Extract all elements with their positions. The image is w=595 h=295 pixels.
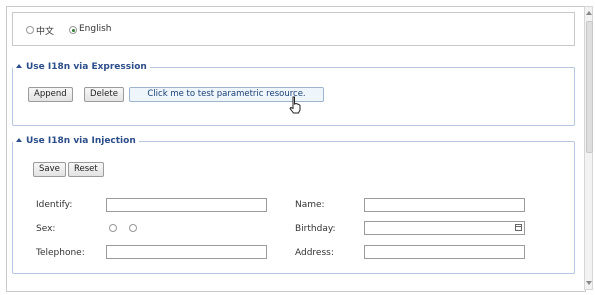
birthday-label: Birthday: bbox=[295, 224, 336, 234]
delete-button[interactable]: Delete bbox=[84, 87, 124, 102]
expression-panel-title: Use I18n via Expression bbox=[26, 62, 147, 72]
reset-button[interactable]: Reset bbox=[68, 162, 104, 177]
telephone-label: Telephone: bbox=[36, 248, 85, 258]
hand-cursor-icon bbox=[289, 96, 301, 114]
telephone-field[interactable] bbox=[106, 245, 267, 259]
scroll-thumb[interactable] bbox=[586, 21, 593, 153]
radio-english-label: English bbox=[79, 24, 112, 34]
name-field[interactable] bbox=[364, 198, 525, 212]
scroll-up-arrow-icon[interactable] bbox=[586, 11, 592, 15]
scroll-down-arrow-icon[interactable] bbox=[586, 281, 592, 285]
save-button[interactable]: Save bbox=[33, 162, 66, 177]
expression-panel-header[interactable]: Use I18n via Expression bbox=[13, 62, 150, 72]
calendar-icon[interactable] bbox=[515, 224, 522, 231]
radio-english[interactable] bbox=[69, 26, 77, 34]
injection-panel-title: Use I18n via Injection bbox=[26, 136, 136, 146]
vertical-scrollbar[interactable] bbox=[584, 6, 593, 290]
radio-chinese-label: 中文 bbox=[36, 27, 55, 37]
birthday-field[interactable] bbox=[364, 221, 525, 235]
collapse-icon[interactable] bbox=[16, 138, 22, 142]
radio-chinese[interactable] bbox=[26, 26, 34, 34]
collapse-icon[interactable] bbox=[16, 64, 22, 68]
injection-panel-header[interactable]: Use I18n via Injection bbox=[13, 136, 139, 146]
sex-radio-1[interactable] bbox=[109, 224, 117, 232]
address-label: Address: bbox=[295, 248, 334, 258]
address-field[interactable] bbox=[364, 245, 525, 259]
identify-field[interactable] bbox=[106, 198, 267, 212]
sex-label: Sex: bbox=[36, 224, 56, 234]
language-selector: 中文 English bbox=[12, 12, 575, 46]
identify-label: Identify: bbox=[36, 200, 73, 210]
name-label: Name: bbox=[295, 200, 325, 210]
append-button[interactable]: Append bbox=[28, 87, 73, 102]
sex-radio-2[interactable] bbox=[129, 224, 137, 232]
